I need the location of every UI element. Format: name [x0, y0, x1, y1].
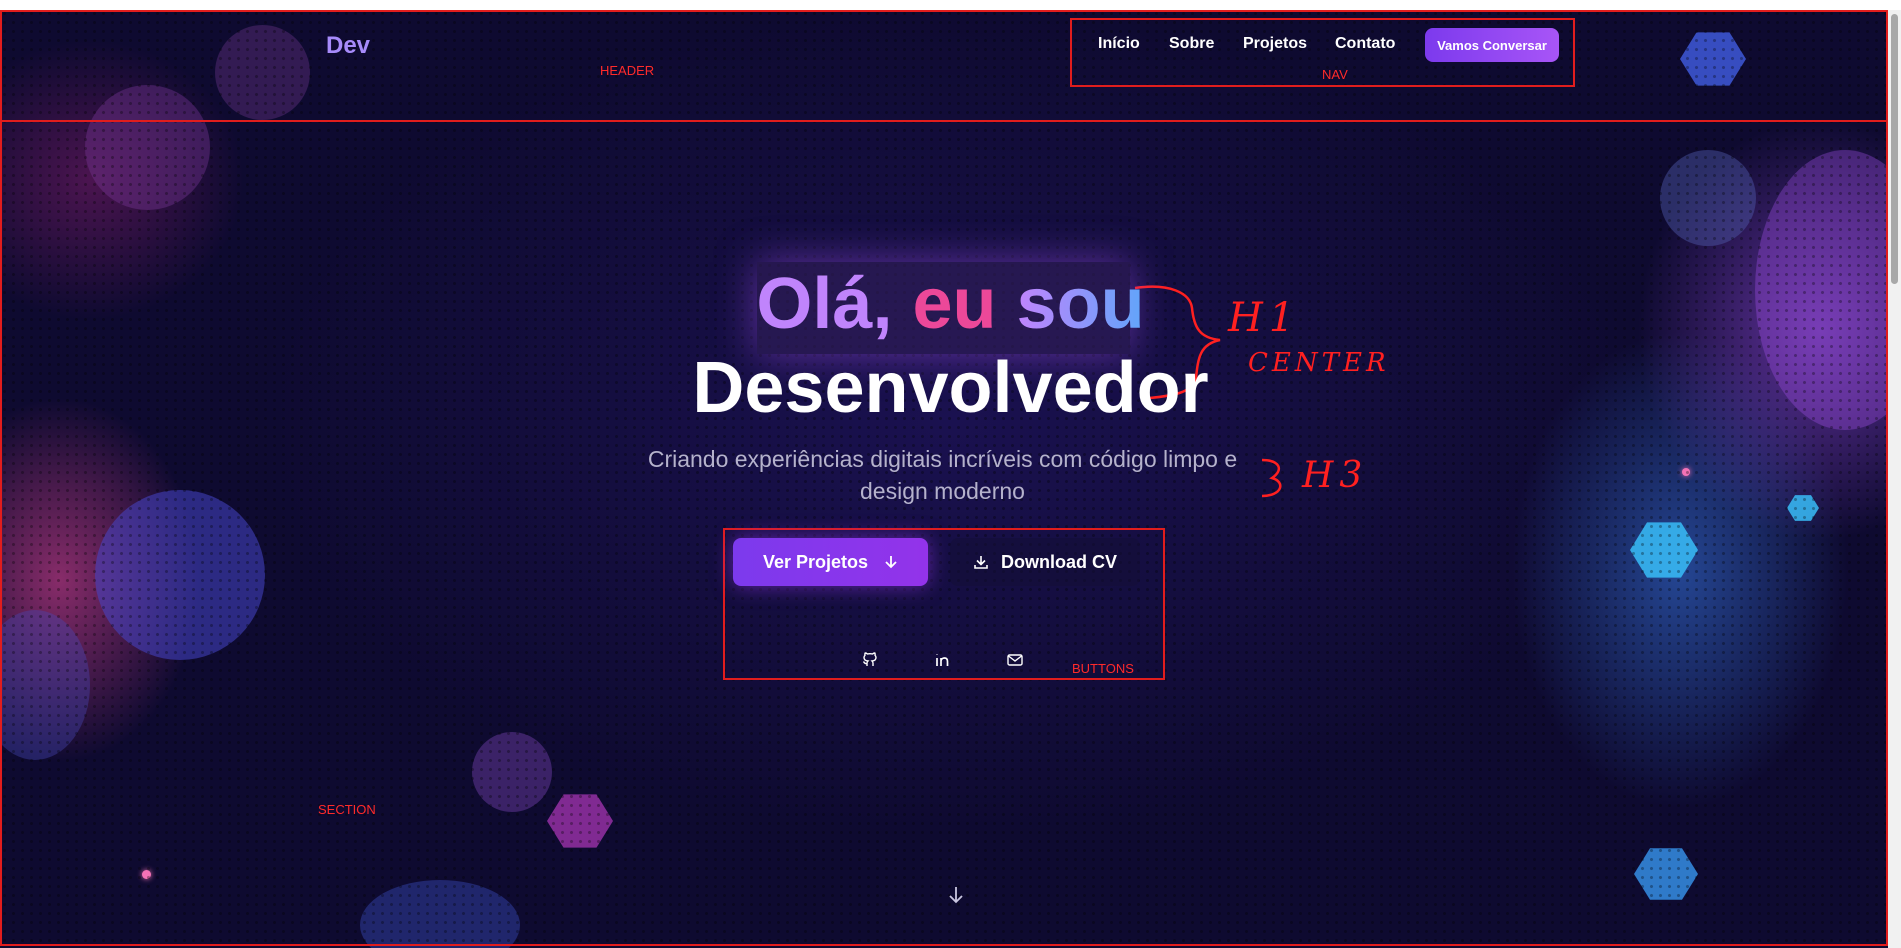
nav-link-inicio[interactable]: Início	[1098, 35, 1140, 53]
download-icon	[974, 556, 988, 569]
buttons-annotation: BUTTONS	[1072, 661, 1134, 676]
header-outline-box	[0, 10, 1888, 122]
scrollbar-thumb[interactable]	[1891, 14, 1898, 284]
hero-subtitle: Criando experiências digitais incríveis …	[647, 446, 1238, 504]
handwritten-brace-h3	[1261, 458, 1282, 498]
scroll-down-arrow-icon[interactable]	[945, 884, 967, 906]
title-word-sou: sou	[1016, 264, 1145, 344]
hero-title-line2: Desenvolvedor	[692, 348, 1209, 428]
hero-title-line1: Olá, eu sou	[0, 268, 1901, 340]
download-cv-button[interactable]: Download CV	[950, 538, 1140, 586]
page-scrollbar[interactable]	[1888, 10, 1901, 948]
title-word-eu: eu	[912, 264, 997, 344]
handwritten-h3-label: H3	[1302, 455, 1369, 496]
title-word-ola: Olá,	[756, 264, 893, 344]
browser-top-strip	[0, 0, 1901, 10]
download-cv-label: Download CV	[1001, 551, 1117, 572]
github-icon[interactable]	[858, 648, 882, 672]
linkedin-icon[interactable]	[931, 648, 955, 672]
lets-talk-button[interactable]: Vamos Conversar	[1425, 28, 1559, 62]
section-annotation: SECTION	[318, 802, 376, 817]
view-projects-label: Ver Projetos	[762, 551, 869, 572]
nav-annotation: NAV	[1322, 67, 1348, 82]
nav-link-contato[interactable]: Contato	[1335, 35, 1395, 53]
nav-link-sobre[interactable]: Sobre	[1169, 35, 1214, 53]
mail-icon[interactable]	[1003, 648, 1027, 672]
arrow-down-icon	[885, 556, 897, 569]
view-projects-button[interactable]: Ver Projetos	[733, 538, 928, 586]
header-annotation: HEADER	[600, 63, 655, 78]
site-logo[interactable]: Dev	[326, 32, 370, 60]
nav-link-projetos[interactable]: Projetos	[1243, 35, 1307, 53]
